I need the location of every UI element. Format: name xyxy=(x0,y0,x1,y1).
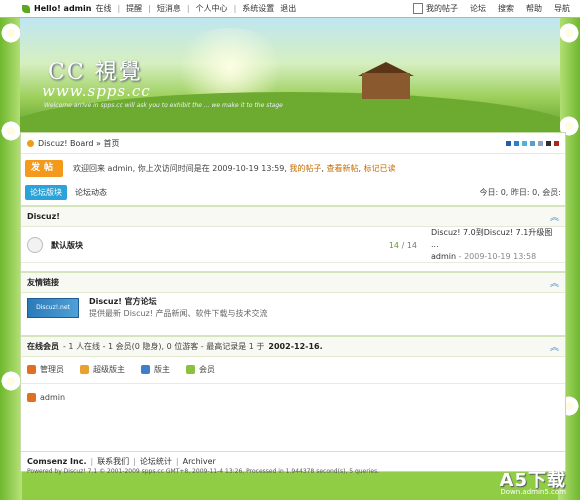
online-title[interactable]: 在线会员 xyxy=(27,341,59,352)
link-mark-read[interactable]: 标记已读 xyxy=(364,164,396,173)
admin-icon xyxy=(27,364,36,374)
style-swatch[interactable] xyxy=(506,140,511,146)
collapse-icon[interactable]: ︽ xyxy=(550,340,559,353)
style-swatch[interactable] xyxy=(546,140,551,146)
footer-link-stats[interactable]: 论坛统计 xyxy=(140,456,172,467)
legend-moderator: 版主 xyxy=(141,364,170,375)
flower-decoration xyxy=(0,370,22,392)
site-url: www.spps.cc xyxy=(42,82,151,100)
link-my-posts[interactable]: 我的帖子 xyxy=(426,3,458,14)
links-header: 友情链接 ︽ xyxy=(21,271,565,293)
home-icon xyxy=(27,139,34,147)
header-banner: CC 視覺 www.spps.cc Welcome arrive in spps… xyxy=(20,18,560,132)
footer-link-archiver[interactable]: Archiver xyxy=(183,457,216,466)
watermark-url: Down.admin5.com xyxy=(500,488,566,496)
link-new-posts[interactable]: 查看新帖 xyxy=(327,164,359,173)
forum-counts: 14 / 14 xyxy=(388,240,417,250)
tab-forums[interactable]: 论坛版块 xyxy=(25,184,67,200)
category-title[interactable]: Discuz! xyxy=(27,212,60,221)
member-icon xyxy=(186,364,195,374)
new-post-button[interactable]: 发帖 xyxy=(25,159,63,177)
links-title: 友情链接 xyxy=(27,278,59,287)
last-post-title[interactable]: Discuz! 7.0到Discuz! 7.1升级图 ... xyxy=(431,227,559,251)
left-foliage xyxy=(0,0,22,500)
link-messages[interactable]: 短消息 xyxy=(157,3,181,14)
flower-decoration xyxy=(0,22,22,44)
friend-link: Discuz!.net Discuz! 官方论坛 提供最新 Discuz! 产品… xyxy=(21,293,565,323)
tab-activity[interactable]: 论坛动态 xyxy=(75,187,107,198)
house-illustration xyxy=(362,73,410,99)
link-profile[interactable]: 个人中心 xyxy=(196,3,228,14)
welcome-notice: 发帖 欢迎回来 admin, 你上次访问时间是在 2009-10-19 13:5… xyxy=(25,157,561,179)
link-logout[interactable]: 退出 xyxy=(280,3,296,14)
super-moderator-icon xyxy=(80,364,89,374)
style-swatch[interactable] xyxy=(530,140,535,146)
collapse-icon[interactable]: ︽ xyxy=(550,210,559,223)
category-header: Discuz! ︽ xyxy=(21,205,565,227)
flower-decoration xyxy=(0,120,22,142)
welcome-text: 欢迎回来 admin, 你上次访问时间是在 2009-10-19 13:59, … xyxy=(73,163,396,173)
legend-admin: 管理员 xyxy=(27,364,64,375)
link-navigation[interactable]: 导航 xyxy=(554,3,570,14)
link-site-desc: 提供最新 Discuz! 产品新闻、软件下载与技术交流 xyxy=(89,309,268,318)
link-site-name[interactable]: Discuz! 官方论坛 xyxy=(89,296,268,308)
breadcrumb-trail[interactable]: Discuz! Board » 首页 xyxy=(38,138,119,149)
online-username[interactable]: admin xyxy=(40,393,65,402)
last-post: Discuz! 7.0到Discuz! 7.1升级图 ... admin - 2… xyxy=(431,227,559,263)
online-user: admin xyxy=(27,393,65,402)
link-forum[interactable]: 论坛 xyxy=(470,3,486,14)
forum-name[interactable]: 默认版块 xyxy=(51,240,83,251)
style-switcher xyxy=(503,139,559,148)
online-status: 在线 xyxy=(95,4,112,13)
link-reminder[interactable]: 提醒 xyxy=(126,3,142,14)
style-swatch[interactable] xyxy=(538,140,543,146)
footer-link-contact[interactable]: 联系我们 xyxy=(97,456,129,467)
style-swatch[interactable] xyxy=(554,140,559,146)
online-record-date: 2002-12-16. xyxy=(268,342,323,351)
online-header: 在线会员 - 1 人在线 - 1 会员(0 隐身), 0 位游客 - 最高记录是… xyxy=(21,335,565,357)
discuz-logo[interactable]: Discuz!.net xyxy=(27,298,79,318)
leaf-icon xyxy=(22,4,30,13)
forum-stats: 今日: 0, 昨日: 0, 会员: xyxy=(479,187,561,197)
online-summary: - 1 人在线 - 1 会员(0 隐身), 0 位游客 - 最高记录是 1 于 xyxy=(63,342,265,351)
last-post-date: 2009-10-19 13:58 xyxy=(464,252,537,261)
a5-watermark: A5下载 Down.admin5.com xyxy=(500,466,566,496)
admin-icon xyxy=(27,393,36,402)
online-legend: 管理员 超级版主 版主 会员 xyxy=(27,361,231,377)
document-icon xyxy=(413,3,423,14)
style-swatch[interactable] xyxy=(514,140,519,146)
breadcrumb: Discuz! Board » 首页 xyxy=(21,133,565,154)
link-help[interactable]: 帮助 xyxy=(526,3,542,14)
footer-powered: Powered by Discuz! 7.1 © 2001-2009 spps.… xyxy=(27,468,380,475)
link-settings[interactable]: 系统设置 xyxy=(242,3,274,14)
last-post-author[interactable]: admin xyxy=(431,252,456,261)
welcome-tagline: Welcome arrive in spps.cc will ask you t… xyxy=(44,102,283,109)
collapse-icon[interactable]: ︽ xyxy=(550,276,559,289)
style-swatch[interactable] xyxy=(522,140,527,146)
top-bar: Hello! admin 在线 | 提醒 | 短消息 | 个人中心 | 系统设置… xyxy=(0,0,580,18)
forum-tabs: 论坛版块 论坛动态 今日: 0, 昨日: 0, 会员: xyxy=(25,183,561,201)
legend-member: 会员 xyxy=(186,364,215,375)
footer-brand[interactable]: Comsenz Inc. xyxy=(27,457,86,466)
moderator-icon xyxy=(141,364,150,374)
forum-status-icon xyxy=(27,237,43,253)
footer: Comsenz Inc. | 联系我们 | 论坛统计 | Archiver Po… xyxy=(21,451,565,475)
greeting: Hello! admin xyxy=(34,4,92,13)
legend-supermod: 超级版主 xyxy=(80,364,125,375)
forum-row: 默认版块 14 / 14 Discuz! 7.0到Discuz! 7.1升级图 … xyxy=(21,228,565,263)
main-panel: Discuz! Board » 首页 发帖 欢迎回来 admin, 你上次访问时… xyxy=(20,132,566,475)
link-my-threads[interactable]: 我的帖子 xyxy=(289,164,321,173)
flower-decoration xyxy=(558,22,580,44)
username-link[interactable]: admin xyxy=(64,4,92,13)
link-search[interactable]: 搜索 xyxy=(498,3,514,14)
